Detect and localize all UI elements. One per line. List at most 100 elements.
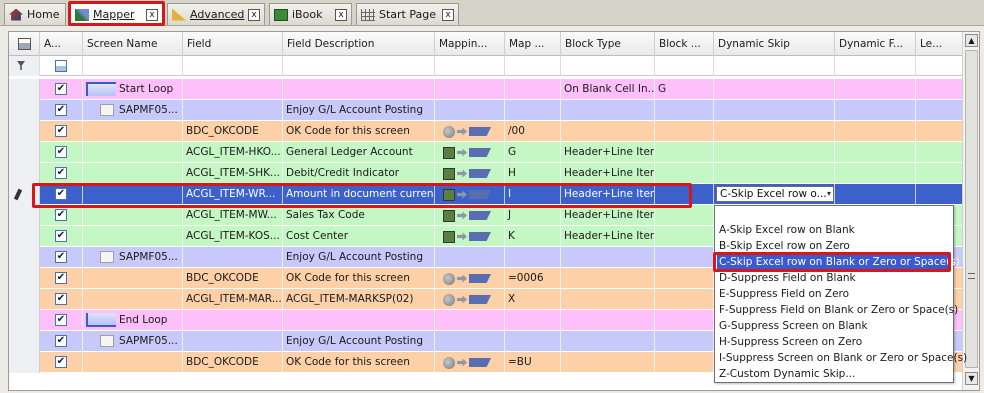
row-header[interactable] bbox=[9, 268, 40, 289]
col-block[interactable]: Block ... bbox=[655, 32, 714, 56]
filter-field-description[interactable] bbox=[283, 56, 435, 76]
row-header[interactable] bbox=[9, 205, 40, 226]
table-row[interactable]: ✔ ACGL_ITEM-HKO... General Ledger Account G… bbox=[9, 142, 964, 163]
cell-desc[interactable]: ACGL_ITEM-MARKSP(02) bbox=[283, 289, 435, 310]
cell-block-type[interactable]: Header+Line Item bbox=[561, 205, 655, 226]
cell-field[interactable]: BDC_OKCODE bbox=[183, 352, 283, 373]
cell-screen[interactable] bbox=[83, 121, 183, 142]
cell-desc[interactable]: OK Code for this screen bbox=[283, 268, 435, 289]
dropdown-option[interactable]: Z-Custom Dynamic Skip... bbox=[717, 366, 950, 382]
active-checkbox[interactable]: ✔ bbox=[55, 167, 67, 179]
cell-screen[interactable] bbox=[83, 226, 183, 247]
table-row[interactable]: ✔ Start Loop On Blank Cell In... G bbox=[9, 79, 964, 100]
cell-block[interactable] bbox=[655, 310, 714, 331]
cell-mapping[interactable] bbox=[435, 352, 505, 373]
tab-mapper[interactable]: Mapper x bbox=[70, 2, 163, 26]
cell-block-type[interactable]: Header+Line Item bbox=[561, 163, 655, 184]
cell-chk[interactable]: ✔ bbox=[40, 331, 83, 352]
cell-block[interactable] bbox=[655, 163, 714, 184]
cell-field[interactable]: ACGL_ITEM-MAR... bbox=[183, 289, 283, 310]
cell-screen[interactable]: End Loop bbox=[83, 310, 183, 331]
filter-le[interactable] bbox=[916, 56, 964, 76]
cell-field[interactable]: ACGL_ITEM-HKO... bbox=[183, 142, 283, 163]
active-checkbox[interactable]: ✔ bbox=[55, 125, 67, 137]
scroll-down-icon[interactable]: ▼ bbox=[965, 372, 978, 385]
dropdown-option[interactable]: F-Suppress Field on Blank or Zero or Spa… bbox=[717, 302, 958, 318]
cell-field[interactable]: BDC_OKCODE bbox=[183, 268, 283, 289]
cell-map[interactable]: =0006 bbox=[505, 268, 561, 289]
cell-desc[interactable]: General Ledger Account bbox=[283, 142, 435, 163]
mapping-icons[interactable] bbox=[443, 293, 491, 306]
cell-field[interactable] bbox=[183, 100, 283, 121]
cell-map[interactable] bbox=[505, 100, 561, 121]
col-active[interactable]: A... bbox=[40, 32, 83, 56]
row-header[interactable] bbox=[9, 184, 40, 205]
cell-screen[interactable]: SAPMF05... bbox=[83, 100, 183, 121]
cell-screen[interactable]: Start Loop bbox=[83, 79, 183, 100]
cell-map[interactable] bbox=[505, 310, 561, 331]
cell-skip[interactable]: C-Skip Excel row o... ▾ bbox=[714, 184, 835, 205]
cell-desc[interactable] bbox=[283, 79, 435, 100]
active-checkbox[interactable]: ✔ bbox=[55, 83, 67, 95]
cell-screen[interactable] bbox=[83, 268, 183, 289]
row-header[interactable] bbox=[9, 100, 40, 121]
col-map[interactable]: Map ... bbox=[505, 32, 561, 56]
cell-mapping[interactable] bbox=[435, 205, 505, 226]
dropdown-option[interactable]: D-Suppress Field on Blank bbox=[717, 270, 950, 286]
active-checkbox[interactable]: ✔ bbox=[55, 272, 67, 284]
cell-screen[interactable] bbox=[83, 163, 183, 184]
cell-field[interactable] bbox=[183, 79, 283, 100]
cell-block[interactable]: G bbox=[655, 79, 714, 100]
filter-mapping[interactable] bbox=[435, 56, 505, 76]
cell-chk[interactable]: ✔ bbox=[40, 121, 83, 142]
cell-dynf[interactable] bbox=[835, 163, 916, 184]
row-header[interactable] bbox=[9, 79, 40, 100]
cell-map[interactable]: K bbox=[505, 226, 561, 247]
cell-mapping[interactable] bbox=[435, 100, 505, 121]
active-checkbox[interactable]: ✔ bbox=[55, 314, 67, 326]
cell-le[interactable] bbox=[916, 79, 964, 100]
cell-field[interactable]: ACGL_ITEM-SHK... bbox=[183, 163, 283, 184]
row-header[interactable] bbox=[9, 226, 40, 247]
cell-screen[interactable] bbox=[83, 352, 183, 373]
mapping-icons[interactable] bbox=[443, 146, 491, 159]
cell-chk[interactable]: ✔ bbox=[40, 163, 83, 184]
dropdown-option[interactable]: A-Skip Excel row on Blank bbox=[717, 222, 950, 238]
cell-field[interactable]: ACGL_ITEM-WR... bbox=[183, 184, 283, 205]
cell-mapping[interactable] bbox=[435, 121, 505, 142]
cell-chk[interactable]: ✔ bbox=[40, 268, 83, 289]
cell-dynf[interactable] bbox=[835, 184, 916, 205]
close-icon[interactable]: x bbox=[442, 8, 454, 21]
row-header[interactable] bbox=[9, 352, 40, 373]
cell-chk[interactable]: ✔ bbox=[40, 352, 83, 373]
cell-block-type[interactable] bbox=[561, 121, 655, 142]
cell-block-type[interactable] bbox=[561, 352, 655, 373]
cell-block-type[interactable] bbox=[561, 310, 655, 331]
cell-skip[interactable] bbox=[714, 142, 835, 163]
cell-mapping[interactable] bbox=[435, 163, 505, 184]
table-row[interactable]: ✔ BDC_OKCODE OK Code for this screen/00 bbox=[9, 121, 964, 142]
mapping-icons[interactable] bbox=[443, 356, 491, 369]
cell-block-type[interactable] bbox=[561, 247, 655, 268]
dynamic-skip-dropdown[interactable]: A-Skip Excel row on Blank B-Skip Excel ro… bbox=[714, 205, 967, 383]
cell-desc[interactable] bbox=[283, 310, 435, 331]
active-checkbox[interactable]: ✔ bbox=[55, 209, 67, 221]
cell-chk[interactable]: ✔ bbox=[40, 226, 83, 247]
cell-map[interactable] bbox=[505, 247, 561, 268]
cell-screen[interactable] bbox=[83, 142, 183, 163]
cell-chk[interactable]: ✔ bbox=[40, 289, 83, 310]
close-icon[interactable]: x bbox=[248, 8, 260, 21]
active-checkbox[interactable]: ✔ bbox=[55, 356, 67, 368]
cell-map[interactable]: H bbox=[505, 163, 561, 184]
cell-field[interactable]: BDC_OKCODE bbox=[183, 121, 283, 142]
filter-block[interactable] bbox=[655, 56, 714, 76]
cell-dynf[interactable] bbox=[835, 100, 916, 121]
dropdown-option[interactable]: E-Suppress Field on Zero bbox=[717, 286, 950, 302]
row-header[interactable] bbox=[9, 310, 40, 331]
cell-chk[interactable]: ✔ bbox=[40, 247, 83, 268]
col-dynamic-f[interactable]: Dynamic F... bbox=[835, 32, 916, 56]
mapping-icons[interactable] bbox=[443, 272, 491, 285]
cell-screen[interactable] bbox=[83, 184, 183, 205]
cell-chk[interactable]: ✔ bbox=[40, 100, 83, 121]
cell-block-type[interactable] bbox=[561, 268, 655, 289]
